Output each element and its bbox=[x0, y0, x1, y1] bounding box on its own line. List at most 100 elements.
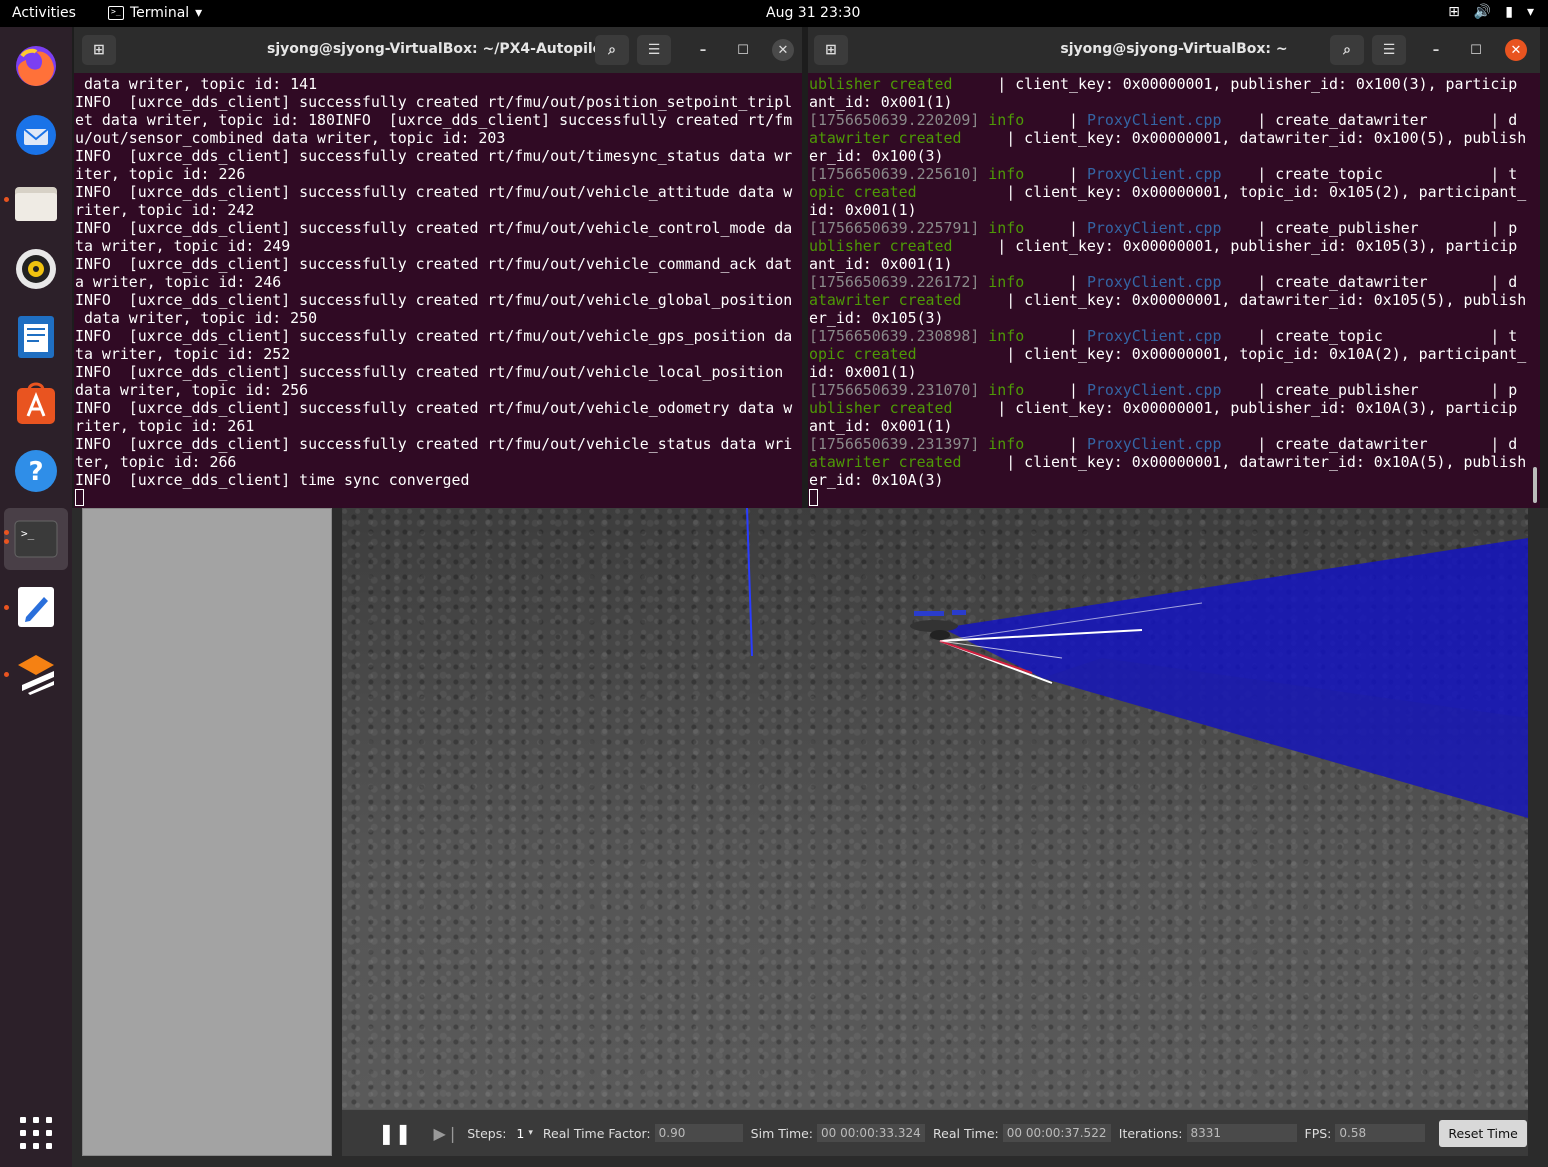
terminal-segment: | create_topic | t bbox=[1221, 327, 1518, 345]
menu-icon[interactable]: ☰ bbox=[637, 35, 671, 65]
terminal-segment: info bbox=[979, 327, 1025, 345]
terminal-segment: | create_datawriter | d bbox=[1221, 111, 1518, 129]
terminal-cursor bbox=[809, 489, 818, 506]
menu-icon[interactable]: ☰ bbox=[1372, 35, 1406, 65]
real-time-label: Real Time: bbox=[933, 1125, 999, 1141]
terminal-segment: | client_key: 0x00000001, datawriter_id:… bbox=[961, 129, 1527, 147]
maximize-icon[interactable]: ☐ bbox=[732, 39, 754, 61]
gazebo-3d-view[interactable] bbox=[342, 508, 1528, 1109]
battery-icon: ▮ bbox=[1505, 4, 1513, 20]
terminal-output[interactable]: ublisher created | client_key: 0x0000000… bbox=[808, 75, 1540, 508]
terminal-segment: [1756650639.225791] bbox=[809, 219, 980, 237]
close-icon[interactable]: ✕ bbox=[772, 39, 794, 61]
iterations-value: 8331 bbox=[1186, 1124, 1297, 1142]
dock-text-editor[interactable] bbox=[4, 576, 68, 638]
terminal-segment: | create_datawriter | d bbox=[1221, 435, 1518, 453]
system-tray[interactable]: ⊞ 🔊 ▮ ▾ bbox=[1448, 4, 1534, 20]
terminal-segment: opic created bbox=[809, 345, 917, 363]
scrollbar-thumb[interactable] bbox=[1533, 467, 1537, 503]
dock: ? >_ bbox=[0, 27, 72, 1167]
gazebo-icon bbox=[18, 655, 54, 695]
terminal-segment: | client_key: 0x00000001, topic_id: 0x10… bbox=[916, 183, 1527, 201]
terminal-line: riter, topic id: 242 bbox=[75, 201, 255, 219]
files-icon bbox=[15, 187, 57, 221]
app-menu[interactable]: >_ Terminal ▾ bbox=[108, 5, 202, 21]
terminal-line: ta writer, topic id: 249 bbox=[75, 237, 291, 255]
minimize-icon[interactable]: – bbox=[1425, 39, 1447, 61]
steps-value[interactable]: 1 bbox=[516, 1126, 524, 1141]
terminal-segment: | create_datawriter | d bbox=[1221, 273, 1518, 291]
maximize-icon[interactable]: ☐ bbox=[1465, 39, 1487, 61]
sim-time-value: 00 00:00:33.324 bbox=[817, 1124, 926, 1142]
dock-gazebo[interactable] bbox=[4, 643, 68, 705]
terminal-segment: atawriter created bbox=[809, 453, 962, 471]
close-icon[interactable]: ✕ bbox=[1505, 39, 1527, 61]
terminal-segment: [1756650639.225610] bbox=[809, 165, 980, 183]
software-icon bbox=[17, 382, 55, 424]
terminal-line: atawriter created | client_key: 0x000000… bbox=[809, 453, 1540, 471]
step-icon[interactable]: ▶❘ bbox=[434, 1124, 460, 1143]
show-apps-icon[interactable] bbox=[20, 1117, 52, 1149]
network-icon: ⊞ bbox=[1448, 4, 1460, 20]
terminal-line: er_id: 0x100(3) bbox=[809, 147, 1540, 165]
firefox-icon bbox=[16, 46, 56, 86]
dock-software[interactable] bbox=[4, 372, 68, 434]
dock-firefox[interactable] bbox=[4, 35, 68, 97]
terminal-segment: | client_key: 0x00000001, publisher_id: … bbox=[952, 75, 1518, 93]
terminal-segment: ProxyClient.cpp bbox=[1086, 381, 1222, 399]
terminal-segment: info bbox=[979, 111, 1025, 129]
dock-writer[interactable] bbox=[4, 306, 68, 368]
terminal-line: riter, topic id: 261 bbox=[75, 417, 255, 435]
terminal-line: ublisher created | client_key: 0x0000000… bbox=[809, 75, 1540, 93]
terminal-segment: er_id: 0x10A(3) bbox=[809, 471, 944, 489]
terminal-segment: | bbox=[1024, 165, 1087, 183]
terminal-line: [1756650639.231397] info | ProxyClient.c… bbox=[809, 435, 1540, 453]
terminal-segment: | bbox=[1024, 273, 1087, 291]
axis-z-line bbox=[746, 508, 753, 657]
fps-value: 0.58 bbox=[1335, 1124, 1426, 1142]
app-menu-label: Terminal bbox=[130, 5, 190, 21]
terminal-segment: atawriter created bbox=[809, 129, 962, 147]
terminal-segment: ublisher created bbox=[809, 75, 953, 93]
terminal-segment: ant_id: 0x001(1) bbox=[809, 255, 953, 273]
dock-help[interactable]: ? bbox=[4, 440, 68, 502]
clock[interactable]: Aug 31 23:30 bbox=[766, 5, 860, 21]
terminal-output[interactable]: data writer, topic id: 141 INFO [uxrce_dd… bbox=[74, 75, 802, 508]
dock-running-dot bbox=[4, 197, 9, 202]
gazebo-status-bar: ❚❚ ▶❘ Steps: 1 ▾ Real Time Factor: 0.90 … bbox=[342, 1109, 1528, 1156]
terminal-line: INFO [uxrce_dds_client] successfully cre… bbox=[75, 255, 793, 273]
terminal-segment: info bbox=[979, 273, 1025, 291]
terminal-line: u/out/sensor_combined data writer, topic… bbox=[75, 129, 506, 147]
terminal-segment: | bbox=[1024, 219, 1087, 237]
terminal-line: er_id: 0x105(3) bbox=[809, 309, 1540, 327]
terminal-line: INFO [uxrce_dds_client] time sync conver… bbox=[75, 471, 470, 489]
terminal-line: INFO [uxrce_dds_client] successfully cre… bbox=[75, 435, 793, 453]
terminal-segment: | client_key: 0x00000001, publisher_id: … bbox=[952, 237, 1518, 255]
terminal-window-left[interactable]: ⊞ sjyong@sjyong-VirtualBox: ~/PX4-Autopi… bbox=[74, 27, 802, 508]
top-bar: Activities >_ Terminal ▾ Aug 31 23:30 ⊞ … bbox=[0, 0, 1548, 27]
search-icon[interactable]: ⌕ bbox=[595, 35, 629, 65]
terminal-line: [1756650639.225791] info | ProxyClient.c… bbox=[809, 219, 1540, 237]
terminal-line: [1756650639.230898] info | ProxyClient.c… bbox=[809, 327, 1540, 345]
dock-files[interactable] bbox=[4, 172, 68, 234]
search-icon[interactable]: ⌕ bbox=[1330, 35, 1364, 65]
terminal-segment: info bbox=[979, 165, 1025, 183]
terminal-line: [1756650639.225610] info | ProxyClient.c… bbox=[809, 165, 1540, 183]
terminal-segment: ProxyClient.cpp bbox=[1086, 435, 1222, 453]
terminal-segment: ProxyClient.cpp bbox=[1086, 273, 1222, 291]
dock-thunderbird[interactable] bbox=[4, 104, 68, 166]
terminal-window-right[interactable]: ⊞ sjyong@sjyong-VirtualBox: ~ ⌕ ☰ – ☐ ✕ … bbox=[808, 27, 1540, 508]
activities-button[interactable]: Activities bbox=[12, 5, 76, 21]
terminal-line: INFO [uxrce_dds_client] successfully cre… bbox=[75, 363, 784, 381]
minimize-icon[interactable]: – bbox=[692, 39, 714, 61]
pause-icon[interactable]: ❚❚ bbox=[378, 1121, 412, 1145]
steps-caret-icon[interactable]: ▾ bbox=[528, 1128, 533, 1138]
terminal-segment: | bbox=[1024, 381, 1087, 399]
terminal-segment: info bbox=[979, 219, 1025, 237]
terminal-line: ter, topic id: 266 bbox=[75, 453, 237, 471]
dock-terminal[interactable]: >_ bbox=[4, 508, 68, 570]
reset-time-button[interactable]: Reset Time bbox=[1439, 1119, 1527, 1147]
dock-rhythmbox[interactable] bbox=[4, 238, 68, 300]
terminal-segment: | client_key: 0x00000001, datawriter_id:… bbox=[961, 453, 1527, 471]
terminal-line: [1756650639.226172] info | ProxyClient.c… bbox=[809, 273, 1540, 291]
